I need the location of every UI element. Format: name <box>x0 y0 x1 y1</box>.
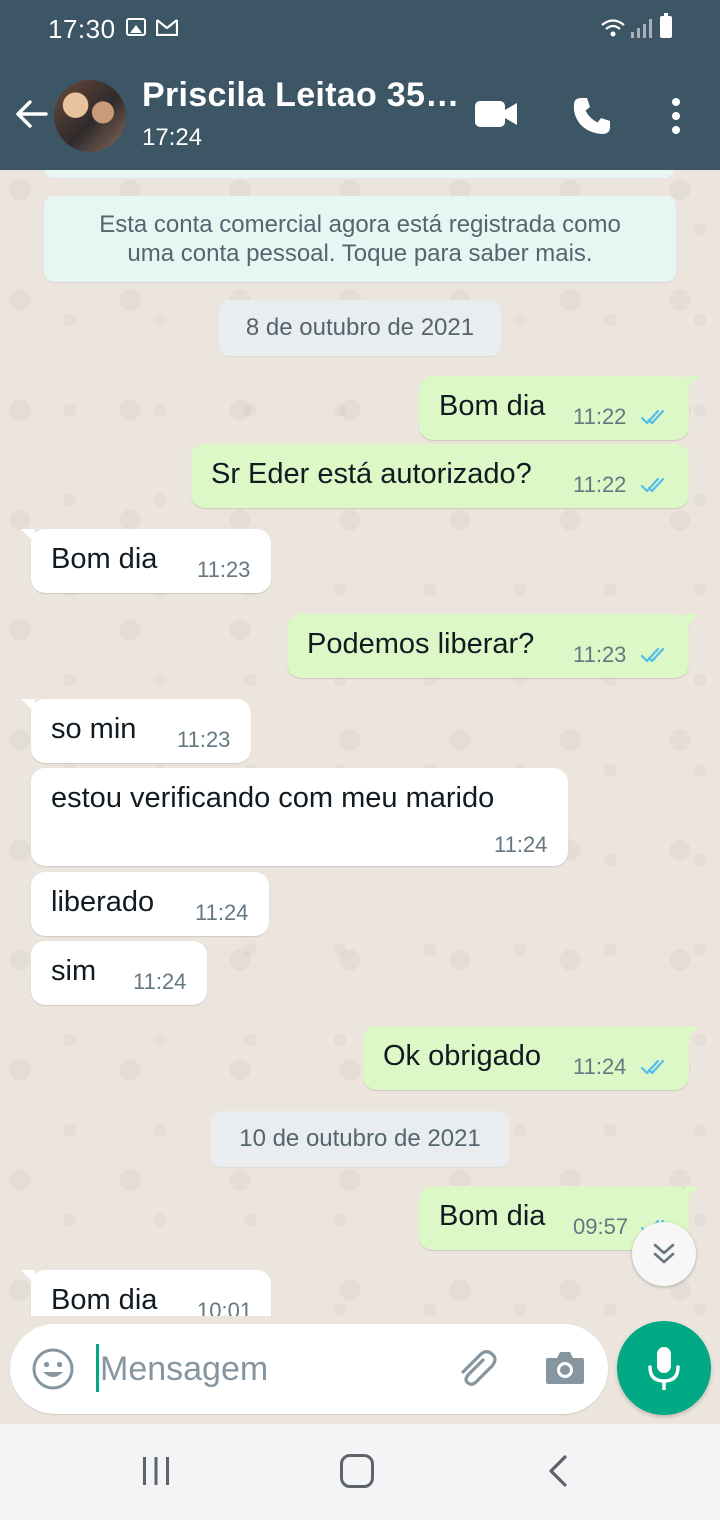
message-composer <box>10 1324 608 1414</box>
signal-icon <box>631 19 652 38</box>
double-check-icon <box>641 647 665 663</box>
chat-area[interactable]: Esta conta comercial agora está registra… <box>0 170 720 1316</box>
scroll-to-bottom-button[interactable] <box>632 1222 696 1286</box>
message-time: 11:24 <box>195 900 249 925</box>
message-text: Podemos liberar? <box>307 628 535 660</box>
back-icon[interactable] <box>546 1454 570 1488</box>
image-icon <box>126 18 146 36</box>
message-time: 11:24 <box>494 832 548 857</box>
message-input[interactable] <box>100 1342 440 1396</box>
more-vertical-icon[interactable] <box>664 96 688 136</box>
message-bubble-outgoing[interactable]: Sr Eder está autorizado? 11:22 <box>191 444 689 508</box>
battery-icon <box>660 13 672 38</box>
emoji-icon[interactable] <box>30 1346 76 1392</box>
video-call-icon[interactable] <box>474 98 518 130</box>
message-bubble-incoming[interactable]: estou verificando com meu marido 11:24 <box>31 768 568 866</box>
previous-notice-edge <box>44 170 674 178</box>
message-bubble-incoming[interactable]: Bom dia 11:23 <box>21 529 271 593</box>
microphone-icon <box>648 1347 680 1390</box>
wifi-icon <box>601 19 625 37</box>
message-time: 11:23 <box>177 727 231 752</box>
double-check-icon <box>641 477 665 493</box>
recents-icon[interactable] <box>140 1456 172 1486</box>
last-seen: 17:24 <box>142 124 203 151</box>
message-text: liberado <box>51 886 155 918</box>
message-bubble-incoming[interactable]: liberado 11:24 <box>31 872 269 936</box>
message-text: Ok obrigado <box>383 1040 541 1072</box>
attach-icon[interactable] <box>454 1346 500 1392</box>
back-arrow-icon[interactable] <box>14 96 50 132</box>
double-check-icon <box>641 409 665 425</box>
double-check-icon <box>641 1059 665 1075</box>
double-chevron-down-icon <box>653 1243 675 1264</box>
message-bubble-outgoing[interactable]: Podemos liberar? 11:23 <box>287 614 699 678</box>
status-time: 17:30 <box>48 14 116 44</box>
message-time: 11:22 <box>573 472 627 497</box>
message-text: Bom dia <box>51 1284 158 1316</box>
camera-icon[interactable] <box>544 1348 586 1388</box>
message-time: 11:22 <box>573 404 627 429</box>
message-time: 09:57 <box>573 1214 629 1239</box>
status-bar: 17:30 <box>0 0 720 60</box>
message-text: Sr Eder está autorizado? <box>211 458 532 490</box>
system-notice-line1: Esta conta comercial agora está registra… <box>99 211 621 238</box>
home-icon[interactable] <box>340 1454 374 1488</box>
message-text: Bom dia <box>439 390 546 422</box>
date-separator: 8 de outubro de 2021 <box>219 300 501 356</box>
system-notice-line2: uma conta pessoal. Toque para saber mais… <box>127 240 593 267</box>
chat-header: Priscila Leitao 35… 17:24 <box>0 60 720 170</box>
contact-name[interactable]: Priscila Leitao 35… <box>142 76 460 115</box>
message-time: 11:23 <box>573 642 627 667</box>
message-bubble-outgoing[interactable]: Ok obrigado 11:24 <box>363 1026 699 1090</box>
text-cursor <box>96 1344 99 1392</box>
message-bubble-incoming[interactable]: Bom dia 10:01 <box>21 1270 271 1316</box>
message-text: so min <box>51 713 137 745</box>
contact-avatar[interactable] <box>54 80 126 152</box>
message-time: 11:24 <box>133 969 187 994</box>
system-notice[interactable]: Esta conta comercial agora está registra… <box>44 196 676 282</box>
gmail-icon <box>156 19 178 36</box>
message-bubble-outgoing[interactable]: Bom dia 11:22 <box>419 376 699 440</box>
message-text: estou verificando com meu marido <box>51 782 495 814</box>
message-bubble-incoming[interactable]: sim 11:24 <box>31 941 207 1005</box>
message-time: 10:01 <box>197 1298 253 1316</box>
message-time: 11:23 <box>197 557 251 582</box>
voice-message-button[interactable] <box>617 1321 711 1415</box>
system-navigation-bar <box>0 1424 720 1520</box>
message-text: sim <box>51 955 97 987</box>
phone-icon[interactable] <box>572 96 612 136</box>
message-text: Bom dia <box>439 1200 546 1232</box>
date-separator: 10 de outubro de 2021 <box>211 1111 509 1167</box>
message-time: 11:24 <box>573 1054 627 1079</box>
message-bubble-incoming[interactable]: so min 11:23 <box>21 699 251 763</box>
message-text: Bom dia <box>51 543 158 575</box>
